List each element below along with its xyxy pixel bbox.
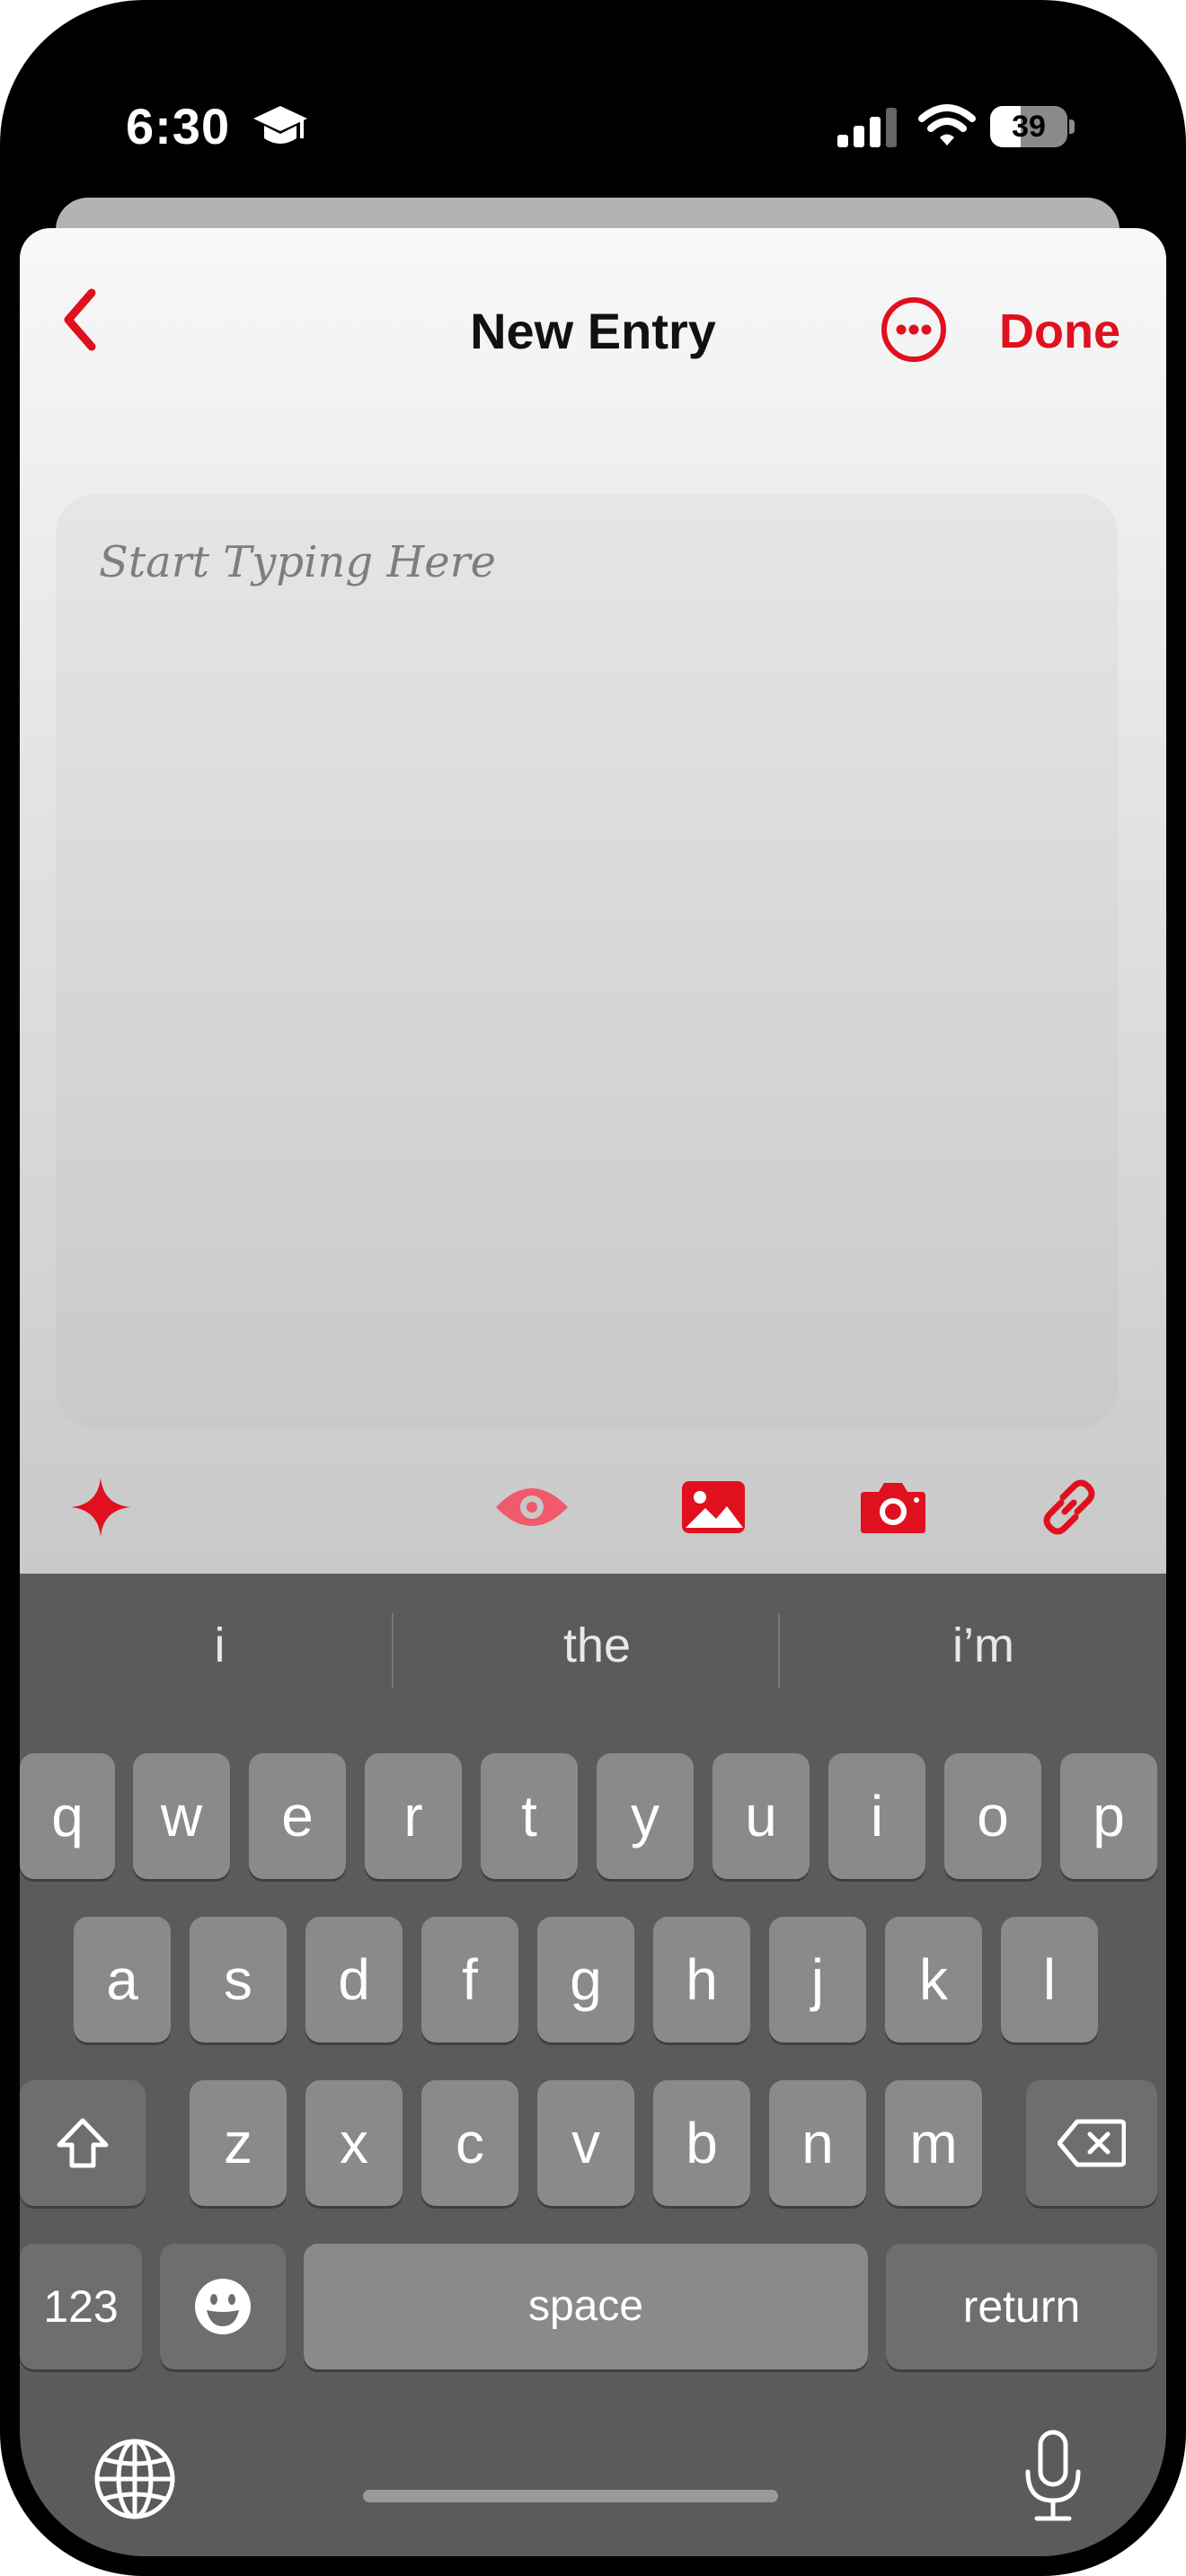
numbers-key[interactable]: 123 [20, 2244, 142, 2369]
key-g[interactable]: g [537, 1917, 634, 2042]
key-label: d [338, 1947, 370, 2012]
key-label: s [224, 1947, 252, 2012]
key-h[interactable]: h [653, 1917, 750, 2042]
eye-icon [496, 1488, 568, 1526]
key-s[interactable]: s [190, 1917, 287, 2042]
key-w[interactable]: w [133, 1753, 230, 1879]
key-o[interactable]: o [944, 1753, 1041, 1879]
key-x[interactable]: x [305, 2080, 403, 2206]
cellular-signal-icon [837, 108, 897, 147]
key-label: j [810, 1947, 825, 2012]
key-label: space [527, 2282, 644, 2330]
space-key[interactable]: space [304, 2244, 868, 2369]
camera-icon [861, 1483, 925, 1533]
key-d[interactable]: d [305, 1917, 403, 2042]
key-label: t [521, 1784, 537, 1848]
key-label: return [962, 2281, 1081, 2332]
phone-frame: 6:30 39 New Entry Done Start Typing Here… [0, 0, 1186, 2576]
key-n[interactable]: n [769, 2080, 866, 2206]
key-label: n [801, 2111, 834, 2175]
key-r[interactable]: r [365, 1753, 462, 1879]
battery-level: 39 [1012, 110, 1046, 144]
key-label: q [51, 1784, 84, 1848]
image-icon [682, 1481, 745, 1533]
key-k[interactable]: k [885, 1917, 982, 2042]
key-v[interactable]: v [537, 2080, 634, 2206]
key-label: r [403, 1784, 423, 1848]
screen: 6:30 39 New Entry Done Start Typing Here… [20, 20, 1166, 2556]
preview-button[interactable] [487, 1462, 577, 1552]
key-label: v [571, 2111, 600, 2175]
sparkle-button[interactable] [56, 1462, 146, 1552]
link-button[interactable] [1024, 1462, 1114, 1552]
key-z[interactable]: z [190, 2080, 287, 2206]
entry-sheet: New Entry Done Start Typing Here [20, 228, 1166, 1593]
key-e[interactable]: e [249, 1753, 346, 1879]
shift-icon [57, 2118, 109, 2168]
keyboard: i the i’m q w e r t y u i o p a s d f g … [20, 1574, 1166, 2556]
key-l[interactable]: l [1001, 1917, 1098, 2042]
suggestion-divider [392, 1613, 394, 1689]
suggestion-1[interactable]: i [29, 1574, 411, 1717]
editor-toolbar [20, 1442, 1166, 1574]
page-title: New Entry [470, 303, 716, 359]
suggestion-3[interactable]: i’m [792, 1574, 1166, 1717]
key-label: l [1042, 1947, 1057, 2012]
key-label: w [160, 1784, 203, 1848]
key-label: 123 [43, 2281, 119, 2332]
key-p[interactable]: p [1060, 1753, 1157, 1879]
key-m[interactable]: m [885, 2080, 982, 2206]
key-i[interactable]: i [828, 1753, 925, 1879]
key-label: k [919, 1947, 948, 2012]
key-label: u [745, 1784, 777, 1848]
home-indicator[interactable] [363, 2490, 778, 2502]
key-label: g [570, 1947, 602, 2012]
key-j[interactable]: j [769, 1917, 866, 2042]
key-a[interactable]: a [74, 1917, 171, 2042]
delete-key[interactable] [1026, 2080, 1157, 2206]
key-label: m [909, 2111, 958, 2175]
ellipsis-circle-icon[interactable] [881, 296, 947, 363]
emoji-icon [195, 2279, 251, 2334]
key-label: e [281, 1784, 314, 1848]
key-label: x [340, 2111, 368, 2175]
key-label: p [1093, 1784, 1125, 1848]
editor-placeholder: Start Typing Here [99, 537, 497, 587]
shift-key[interactable] [20, 2080, 146, 2206]
key-q[interactable]: q [20, 1753, 115, 1879]
key-label: b [686, 2111, 718, 2175]
key-label: c [456, 2111, 484, 2175]
key-label: o [977, 1784, 1009, 1848]
done-button[interactable]: Done [999, 304, 1120, 359]
key-t[interactable]: t [481, 1753, 578, 1879]
sparkle-icon [71, 1478, 130, 1537]
graduation-cap-icon [253, 106, 307, 144]
link-icon [1043, 1479, 1095, 1535]
key-y[interactable]: y [597, 1753, 694, 1879]
suggestion-2[interactable]: the [406, 1574, 788, 1717]
suggestion-divider [778, 1613, 780, 1689]
key-label: z [224, 2111, 252, 2175]
camera-button[interactable] [848, 1462, 938, 1552]
return-key[interactable]: return [886, 2244, 1157, 2369]
key-label: y [631, 1784, 659, 1848]
key-b[interactable]: b [653, 2080, 750, 2206]
key-label: f [462, 1947, 478, 2012]
status-time: 6:30 [126, 98, 231, 154]
wifi-icon [918, 104, 976, 146]
key-label: a [106, 1947, 138, 2012]
globe-icon[interactable] [92, 2436, 178, 2522]
key-c[interactable]: c [421, 2080, 518, 2206]
emoji-key[interactable] [160, 2244, 286, 2369]
key-f[interactable]: f [421, 1917, 518, 2042]
key-u[interactable]: u [712, 1753, 810, 1879]
battery-indicator: 39 [990, 106, 1075, 147]
key-label: h [686, 1947, 718, 2012]
entry-text-area[interactable]: Start Typing Here [56, 494, 1118, 1428]
key-label: i [870, 1784, 884, 1848]
microphone-icon[interactable] [1017, 2427, 1089, 2526]
photo-library-button[interactable] [668, 1462, 758, 1552]
delete-backward-icon [1058, 2119, 1126, 2167]
